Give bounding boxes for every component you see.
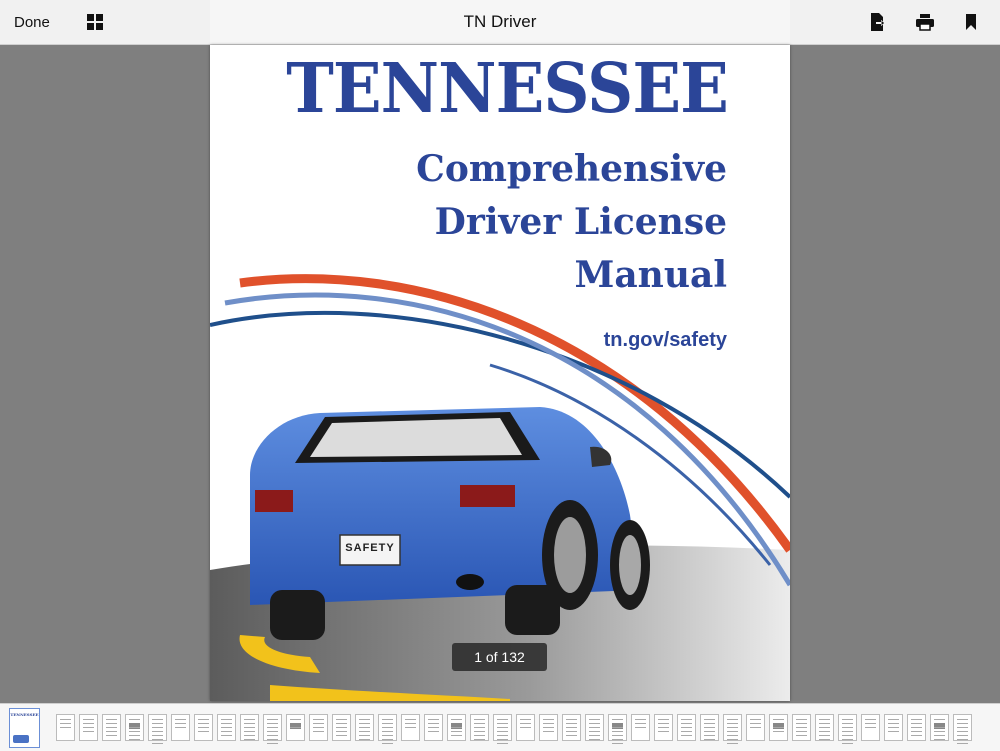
- thumbnail[interactable]: [102, 714, 121, 741]
- thumbnail[interactable]: [746, 714, 765, 741]
- cover-title: TENNESSEE: [286, 49, 729, 129]
- print-icon: [916, 14, 934, 31]
- thumbnail-selected[interactable]: TENNESSEE: [9, 708, 40, 748]
- thumbnail[interactable]: [424, 714, 443, 741]
- thumbnail[interactable]: [493, 714, 512, 744]
- thumbnail[interactable]: [56, 714, 75, 741]
- thumbnail[interactable]: [907, 714, 926, 741]
- cover-subtitle-line-1: Comprehensive: [416, 148, 727, 190]
- thumbnail[interactable]: [378, 714, 397, 744]
- thumbnail[interactable]: [769, 714, 788, 741]
- thumbnail[interactable]: [447, 714, 466, 741]
- thumbnail[interactable]: [470, 714, 489, 741]
- thumbnail[interactable]: [953, 714, 972, 744]
- thumbnail[interactable]: [562, 714, 581, 741]
- thumbnail[interactable]: [171, 714, 190, 741]
- bookmark-button[interactable]: [960, 0, 982, 44]
- thumbnail[interactable]: [79, 714, 98, 741]
- thumbnail[interactable]: [700, 714, 719, 741]
- done-button[interactable]: Done: [14, 0, 50, 44]
- thumbnail[interactable]: [217, 714, 236, 741]
- page-indicator: 1 of 132: [452, 643, 547, 671]
- document-page[interactable]: TENNESSEE Comprehensive Driver License M…: [210, 45, 790, 701]
- cover-url: tn.gov/safety: [603, 329, 727, 351]
- thumbnail[interactable]: [723, 714, 742, 744]
- export-icon: [871, 13, 885, 31]
- bookmark-icon: [966, 14, 976, 30]
- thumbnail[interactable]: [125, 714, 144, 741]
- export-button[interactable]: [866, 0, 890, 44]
- thumbnail[interactable]: [677, 714, 696, 741]
- window-title: TN Driver: [463, 12, 537, 31]
- thumbnail[interactable]: [930, 714, 949, 741]
- cover-subtitle-line-2: Driver License: [434, 201, 727, 243]
- cover-artwork: [210, 274, 790, 701]
- top-toolbar: Done TN Driver: [0, 0, 1000, 45]
- thumbnail[interactable]: [516, 714, 535, 741]
- grid-view-button[interactable]: [84, 0, 106, 44]
- print-button[interactable]: [912, 0, 938, 44]
- thumbnail[interactable]: [286, 714, 305, 741]
- thumbnail[interactable]: [838, 714, 857, 744]
- thumbnail[interactable]: [401, 714, 420, 741]
- grid-icon: [87, 14, 103, 30]
- thumbnail[interactable]: [861, 714, 880, 741]
- cover-subtitle-line-3: Manual: [574, 254, 727, 296]
- thumbnail[interactable]: [240, 714, 259, 741]
- thumbnail[interactable]: [654, 714, 673, 741]
- thumbnail-strip[interactable]: TENNESSEE: [0, 703, 1000, 751]
- thumbnail[interactable]: [194, 714, 213, 741]
- thumbnail[interactable]: [355, 714, 374, 741]
- thumbnail[interactable]: [309, 714, 328, 741]
- thumbnail[interactable]: [148, 714, 167, 744]
- thumbnail[interactable]: [332, 714, 351, 741]
- thumbnail[interactable]: [792, 714, 811, 741]
- thumbnail-title: TENNESSEE: [10, 712, 39, 717]
- thumbnail[interactable]: [263, 714, 282, 744]
- license-plate: SAFETY: [345, 542, 395, 554]
- thumbnail[interactable]: [815, 714, 834, 741]
- thumbnail[interactable]: [631, 714, 650, 741]
- thumbnail[interactable]: [608, 714, 627, 744]
- thumbnail[interactable]: [539, 714, 558, 741]
- thumbnail[interactable]: [585, 714, 604, 741]
- thumbnail[interactable]: [884, 714, 903, 741]
